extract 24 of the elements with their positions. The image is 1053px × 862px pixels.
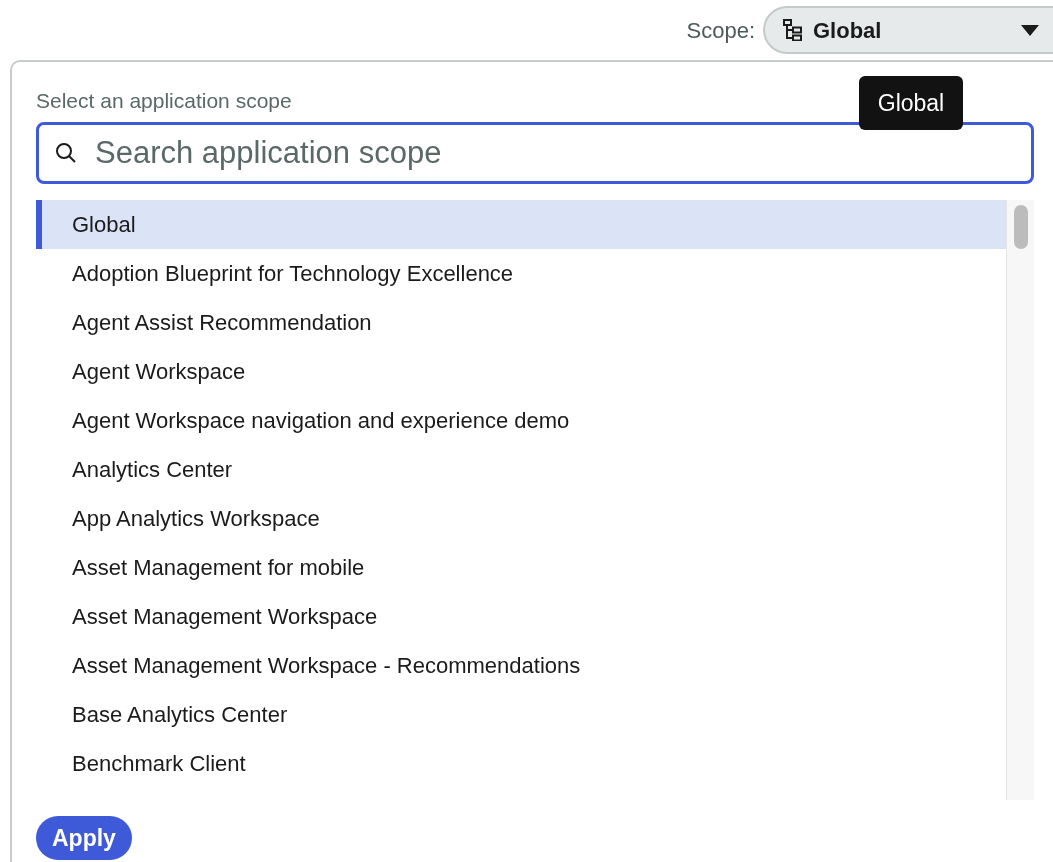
caret-icon bbox=[1021, 24, 1039, 36]
search-field[interactable]: Search application scope bbox=[36, 122, 1034, 184]
scope-dropdown[interactable]: Global bbox=[763, 6, 1053, 54]
hierarchy-icon bbox=[783, 19, 803, 41]
scope-option[interactable]: Global bbox=[36, 200, 1006, 249]
tooltip: Global bbox=[859, 76, 963, 130]
scope-option[interactable]: Benchmark Client bbox=[36, 739, 1006, 788]
scope-option[interactable]: Adoption Blueprint for Technology Excellence bbox=[36, 249, 1006, 298]
search-icon bbox=[55, 142, 77, 164]
apply-button[interactable]: Apply bbox=[36, 816, 132, 860]
scope-option[interactable]: Agent Workspace navigation and experience demo bbox=[36, 396, 1006, 445]
scrollbar-thumb[interactable] bbox=[1013, 205, 1028, 249]
scope-option[interactable]: Agent Workspace bbox=[36, 347, 1006, 396]
scope-option[interactable]: Asset Management for mobile bbox=[36, 543, 1006, 592]
scope-option[interactable]: Analytics Center bbox=[36, 445, 1006, 494]
scope-option[interactable]: App Analytics Workspace bbox=[36, 494, 1006, 543]
scope-label: Scope: bbox=[686, 16, 755, 45]
scope-option[interactable]: Asset Management Workspace - Recommendations bbox=[36, 641, 1006, 690]
scrollbar[interactable] bbox=[1006, 200, 1034, 800]
scope-option[interactable]: Base Analytics Center bbox=[36, 690, 1006, 739]
scope-option[interactable]: Agent Assist Recommendation bbox=[36, 298, 1006, 347]
scope-option[interactable]: Asset Management Workspace bbox=[36, 592, 1006, 641]
panel-heading: Select an application scope bbox=[36, 88, 292, 114]
search-input[interactable]: Search application scope bbox=[95, 129, 1031, 177]
